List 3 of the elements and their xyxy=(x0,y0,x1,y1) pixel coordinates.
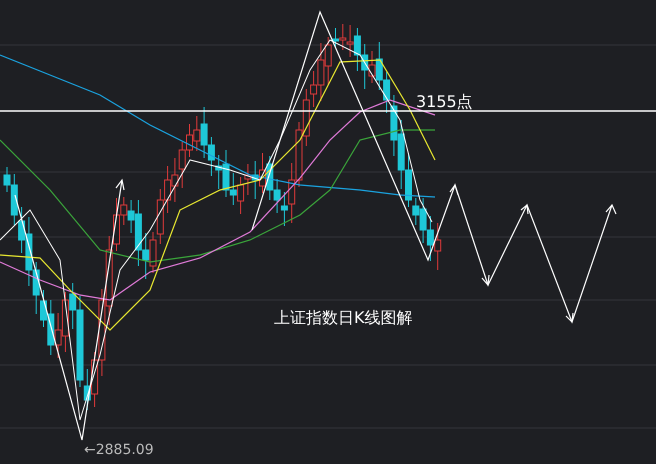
price-level-label: 3155点 xyxy=(416,92,473,111)
low-price-label: ←2885.09 xyxy=(84,442,154,458)
chart-title: 上证指数日K线图解 xyxy=(274,308,412,327)
